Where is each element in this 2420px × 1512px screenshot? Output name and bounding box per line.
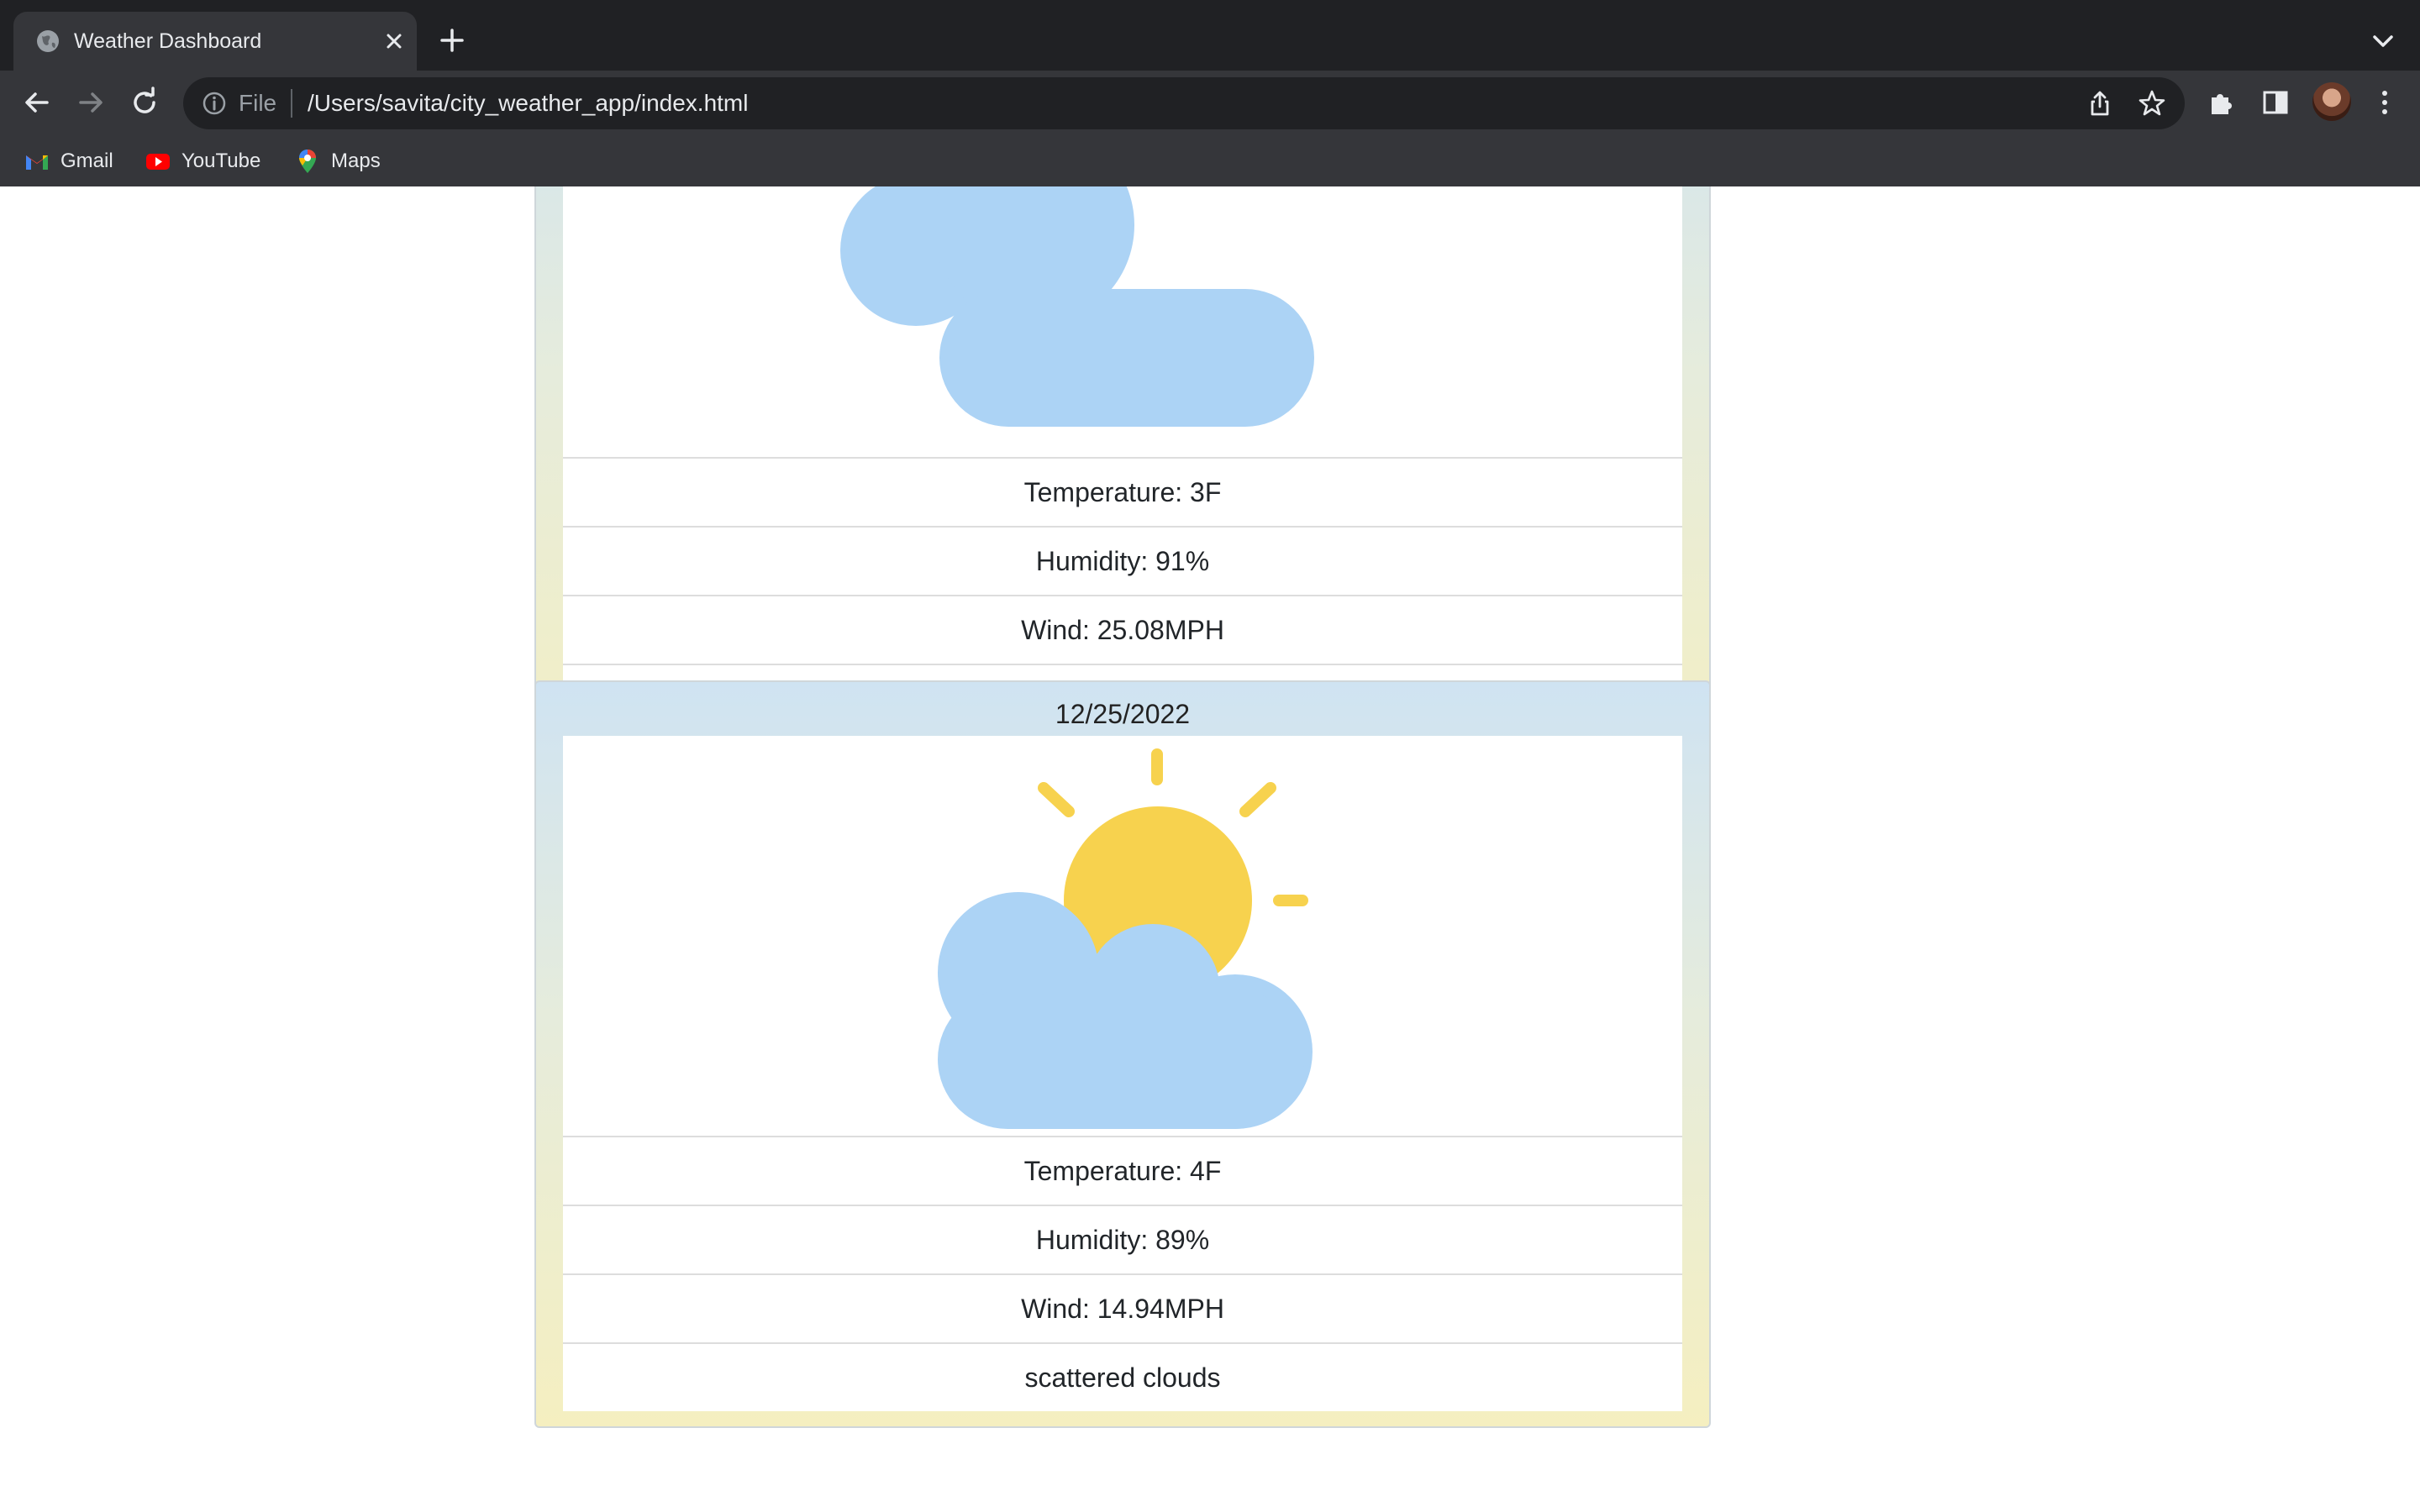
youtube-icon xyxy=(146,154,170,170)
browser-chrome: Weather Dashboard File /Users/savita/cit… xyxy=(0,0,2420,186)
omnibox-divider xyxy=(291,89,292,118)
more-menu-icon[interactable] xyxy=(2368,86,2402,119)
reload-icon[interactable] xyxy=(128,86,161,119)
side-panel-icon[interactable] xyxy=(2259,86,2292,119)
bookmark-gmail[interactable]: Gmail xyxy=(24,144,113,178)
tab-title: Weather Dashboard xyxy=(74,29,262,53)
humidity-row: Humidity: 91% xyxy=(563,526,1682,595)
globe-icon xyxy=(37,30,59,52)
chevron-down-icon[interactable] xyxy=(2370,30,2396,52)
temperature-row: Temperature: 4F xyxy=(563,1136,1682,1205)
wind-row: Wind: 25.08MPH xyxy=(563,595,1682,664)
star-bookmark-icon[interactable] xyxy=(2138,89,2166,118)
page-viewport: Temperature: 3F Humidity: 91% Wind: 25.0… xyxy=(0,186,2420,1512)
tab-weather-dashboard[interactable]: Weather Dashboard xyxy=(13,12,417,71)
gmail-icon xyxy=(26,155,48,170)
extensions-puzzle-icon[interactable] xyxy=(2205,86,2238,119)
temperature-row: Temperature: 3F xyxy=(563,457,1682,526)
share-icon[interactable] xyxy=(2086,89,2114,118)
bookmarks-bar: Gmail YouTube Maps xyxy=(0,136,2420,186)
bookmark-youtube[interactable]: YouTube xyxy=(145,144,260,178)
back-arrow-icon[interactable] xyxy=(20,86,54,119)
forward-arrow-icon[interactable] xyxy=(74,86,108,119)
humidity-row: Humidity: 89% xyxy=(563,1205,1682,1273)
forecast-date: 12/25/2022 xyxy=(1055,699,1191,729)
bookmark-maps[interactable]: Maps xyxy=(294,144,381,178)
address-bar[interactable]: File /Users/savita/city_weather_app/inde… xyxy=(183,77,2185,129)
forecast-card: 12/25/2022 Temperature: 4F Humidity: 89%… xyxy=(534,680,1711,1428)
partly-cloudy-icon xyxy=(563,736,1682,1136)
info-icon[interactable] xyxy=(200,89,229,118)
new-tab-plus-icon[interactable] xyxy=(439,27,466,54)
snow-cloud-icon xyxy=(563,186,1682,457)
tab-strip: Weather Dashboard xyxy=(0,0,2420,71)
url-text[interactable]: /Users/savita/city_weather_app/index.htm… xyxy=(308,89,748,118)
toolbar: File /Users/savita/city_weather_app/inde… xyxy=(0,71,2420,136)
profile-avatar[interactable] xyxy=(2312,82,2351,121)
scheme-label: File xyxy=(239,90,277,116)
description-row: scattered clouds xyxy=(563,1342,1682,1411)
close-icon[interactable] xyxy=(381,29,407,54)
forecast-card-body: Temperature: 3F Humidity: 91% Wind: 25.0… xyxy=(563,186,1682,732)
wind-row: Wind: 14.94MPH xyxy=(563,1273,1682,1342)
forecast-card-body: Temperature: 4F Humidity: 89% Wind: 14.9… xyxy=(563,736,1682,1411)
maps-icon xyxy=(299,150,316,173)
